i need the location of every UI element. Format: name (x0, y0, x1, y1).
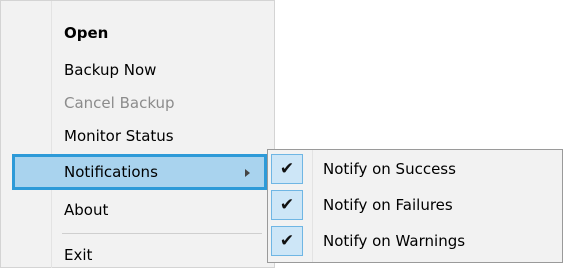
menu-item-about[interactable]: About (12, 194, 267, 227)
menu-item-notifications[interactable]: Notifications (12, 154, 267, 190)
notifications-submenu: ✔ Notify on Success ✔ Notify on Failures… (267, 149, 563, 263)
checkmark-icon: ✔ (279, 159, 295, 179)
menu-item-open[interactable]: Open (12, 17, 267, 50)
menu-item-cancel-backup-label: Cancel Backup (64, 94, 175, 112)
menu-item-exit[interactable]: Exit (12, 239, 267, 268)
desktop-area: Open Backup Now Cancel Backup Monitor St… (0, 0, 563, 268)
menu-item-about-label: About (64, 201, 109, 219)
menu-item-cancel-backup: Cancel Backup (12, 87, 267, 120)
submenu-arrow-icon (245, 169, 250, 177)
menu-item-exit-label: Exit (64, 246, 93, 264)
checkmark-box: ✔ (271, 190, 303, 220)
checkmark-icon: ✔ (279, 231, 295, 251)
submenu-item-notify-warnings-label: Notify on Warnings (323, 232, 466, 250)
submenu-item-notify-success-label: Notify on Success (323, 160, 456, 178)
checkmark-icon: ✔ (279, 195, 295, 215)
menu-item-monitor-status[interactable]: Monitor Status (12, 120, 267, 153)
menu-separator (62, 233, 262, 234)
submenu-item-notify-failures[interactable]: ✔ Notify on Failures (268, 187, 562, 223)
submenu-item-notify-success[interactable]: ✔ Notify on Success (268, 151, 562, 187)
menu-item-open-label: Open (64, 24, 109, 42)
menu-item-monitor-status-label: Monitor Status (64, 127, 174, 145)
submenu-item-notify-warnings[interactable]: ✔ Notify on Warnings (268, 223, 562, 259)
submenu-item-notify-failures-label: Notify on Failures (323, 196, 453, 214)
checkmark-box: ✔ (271, 226, 303, 256)
menu-item-notifications-label: Notifications (64, 163, 158, 181)
tray-context-menu: Open Backup Now Cancel Backup Monitor St… (0, 0, 275, 268)
menu-item-backup-now-label: Backup Now (64, 61, 157, 79)
menu-item-backup-now[interactable]: Backup Now (12, 54, 267, 87)
checkmark-box: ✔ (271, 154, 303, 184)
